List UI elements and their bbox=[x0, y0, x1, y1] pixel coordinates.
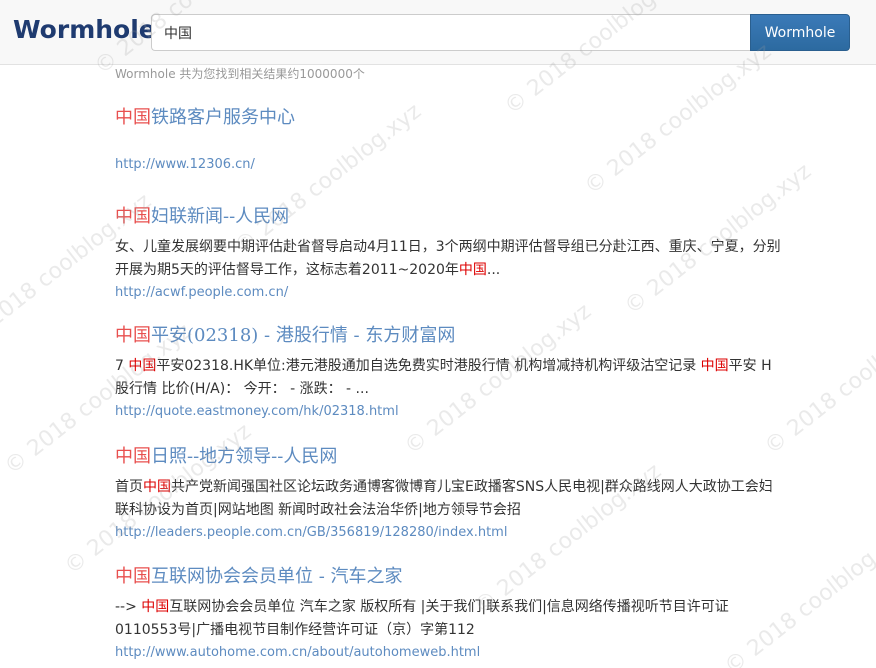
snippet-highlight: 中国 bbox=[700, 358, 729, 374]
title-text: 平安(02318) - 港股行情 - 东方财富网 bbox=[151, 325, 456, 346]
snippet-text: 平安02318.HK单位:港元港股通加自选免费实时港股行情 机构增减持机构评级沽… bbox=[156, 358, 701, 374]
snippet-highlight: 中国 bbox=[128, 358, 157, 374]
search-result: 中国妇联新闻--人民网 女、儿童发展纲要中期评估赴省督导启动4月11日，3个两纲… bbox=[115, 205, 785, 302]
search-result: 中国日照--地方领导--人民网 首页中国共产党新闻强国社区论坛政务通博客微博育儿… bbox=[115, 445, 785, 542]
title-highlight: 中国 bbox=[115, 325, 151, 346]
search-result: 中国铁路客户服务中心 http://www.12306.cn/ bbox=[115, 106, 785, 174]
result-url-link[interactable]: http://quote.eastmoney.com/hk/02318.html bbox=[115, 403, 785, 421]
result-title-link[interactable]: 中国铁路客户服务中心 bbox=[115, 106, 785, 130]
result-snippet: 7 中国平安02318.HK单位:港元港股通加自选免费实时港股行情 机构增减持机… bbox=[115, 355, 785, 401]
result-title-link[interactable]: 中国平安(02318) - 港股行情 - 东方财富网 bbox=[115, 324, 785, 348]
snippet-highlight: 中国 bbox=[141, 599, 170, 615]
result-url-link[interactable]: http://acwf.people.com.cn/ bbox=[115, 284, 785, 302]
snippet-text: 共产党新闻强国社区论坛政务通博客微博育儿宝E政播客SNS人民电视|群众路线网人大… bbox=[115, 479, 773, 518]
result-snippet: 首页中国共产党新闻强国社区论坛政务通博客微博育儿宝E政播客SNS人民电视|群众路… bbox=[115, 476, 785, 522]
snippet-text: 互联网协会会员单位 汽车之家 版权所有 |关于我们|联系我们|信息网络传播视听节… bbox=[115, 599, 729, 638]
snippet-text: 女、儿童发展纲要中期评估赴省督导启动4月11日，3个两纲中期评估督导组已分赴江西… bbox=[115, 239, 781, 278]
result-url-link[interactable]: http://www.12306.cn/ bbox=[115, 156, 785, 174]
snippet-text: 7 bbox=[115, 358, 129, 374]
title-highlight: 中国 bbox=[115, 566, 151, 587]
title-text: 铁路客户服务中心 bbox=[151, 107, 295, 128]
result-snippet: --> 中国互联网协会会员单位 汽车之家 版权所有 |关于我们|联系我们|信息网… bbox=[115, 596, 785, 642]
search-result: 中国互联网协会会员单位 - 汽车之家 --> 中国互联网协会会员单位 汽车之家 … bbox=[115, 565, 785, 662]
search-input[interactable] bbox=[151, 14, 751, 51]
snippet-text: --> bbox=[115, 599, 142, 615]
title-text: 互联网协会会员单位 - 汽车之家 bbox=[151, 566, 403, 587]
search-result: 中国平安(02318) - 港股行情 - 东方财富网 7 中国平安02318.H… bbox=[115, 324, 785, 421]
header-bar: Wormhole Wormhole bbox=[0, 0, 876, 65]
title-text: 妇联新闻--人民网 bbox=[151, 206, 290, 227]
logo[interactable]: Wormhole bbox=[13, 15, 156, 44]
title-highlight: 中国 bbox=[115, 446, 151, 467]
snippet-highlight: 中国 bbox=[143, 479, 171, 495]
snippet-text: ... bbox=[486, 262, 501, 278]
result-snippet: 女、儿童发展纲要中期评估赴省督导启动4月11日，3个两纲中期评估督导组已分赴江西… bbox=[115, 236, 785, 282]
result-title-link[interactable]: 中国日照--地方领导--人民网 bbox=[115, 445, 785, 469]
title-highlight: 中国 bbox=[115, 107, 151, 128]
snippet-text: 首页 bbox=[115, 479, 143, 495]
result-title-link[interactable]: 中国妇联新闻--人民网 bbox=[115, 205, 785, 229]
search-results-page: Wormhole Wormhole Wormhole 共为您找到相关结果约100… bbox=[0, 0, 876, 668]
title-text: 日照--地方领导--人民网 bbox=[151, 446, 338, 467]
result-url-link[interactable]: http://leaders.people.com.cn/GB/356819/1… bbox=[115, 524, 785, 542]
search-button[interactable]: Wormhole bbox=[750, 14, 850, 51]
result-count-text: Wormhole 共为您找到相关结果约1000000个 bbox=[115, 67, 365, 81]
snippet-highlight: 中国 bbox=[458, 262, 487, 278]
result-url-link[interactable]: http://www.autohome.com.cn/about/autohom… bbox=[115, 644, 785, 662]
title-highlight: 中国 bbox=[115, 206, 151, 227]
result-title-link[interactable]: 中国互联网协会会员单位 - 汽车之家 bbox=[115, 565, 785, 589]
